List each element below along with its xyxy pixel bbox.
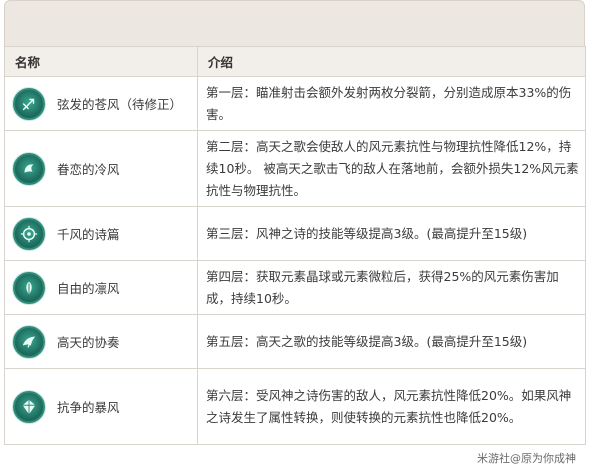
constellation-desc: 第五层：高天之歌的技能等级提高3级。(最高提升至15级) (197, 314, 586, 369)
constellation-name: 眷恋的冷风 (57, 162, 120, 177)
table-row: 高天的协奏 第五层：高天之歌的技能等级提高3级。(最高提升至15级) (4, 314, 586, 369)
wind-crest-icon (13, 152, 45, 185)
constellation-name: 抗争的暴风 (57, 400, 120, 415)
constellation-desc: 第四层：获取元素晶球或元素微粒后，获得25%的风元素伤害加成，持续10秒。 (197, 260, 586, 315)
constellation-table: 名称 介绍 弦发的苍风（待修正） 第一层：瞄准射击会额外发射两枚分裂箭，分别造成… (4, 46, 586, 445)
constellation-name: 弦发的苍风（待修正） (57, 97, 183, 112)
table-header-row: 名称 介绍 (4, 46, 586, 77)
constellation-desc: 第三层：风神之诗的技能等级提高3级。(最高提升至15级) (197, 206, 586, 261)
table-row: 弦发的苍风（待修正） 第一层：瞄准射击会额外发射两枚分裂箭，分别造成原本33%的… (4, 76, 586, 131)
table-row: 千风的诗篇 第三层：风神之诗的技能等级提高3级。(最高提升至15级) (4, 206, 586, 261)
name-cell: 千风的诗篇 (4, 206, 198, 261)
name-cell: 自由的凛风 (4, 260, 198, 315)
leaf-icon (13, 271, 45, 304)
constellation-name: 自由的凛风 (57, 281, 120, 296)
header-desc: 介绍 (197, 46, 586, 77)
name-cell: 抗争的暴风 (4, 368, 198, 445)
gem-icon (13, 390, 45, 423)
table-row: 抗争的暴风 第六层：受风神之诗伤害的敌人，风元素抗性降低20%。如果风神之诗发生… (4, 368, 586, 445)
header-name: 名称 (4, 46, 198, 77)
name-cell: 高天的协奏 (4, 314, 198, 369)
constellation-name: 高天的协奏 (57, 335, 120, 350)
watermark: 米游社@原为你成神 (477, 452, 576, 465)
top-band (4, 0, 585, 46)
constellation-table-frame: 名称 介绍 弦发的苍风（待修正） 第一层：瞄准射击会额外发射两枚分裂箭，分别造成… (4, 0, 586, 470)
target-icon (13, 217, 45, 250)
constellation-desc: 第一层：瞄准射击会额外发射两枚分裂箭，分别造成原本33%的伤害。 (197, 76, 586, 131)
table-row: 眷恋的冷风 第二层：高天之歌会使敌人的风元素抗性与物理抗性降低12%，持续10秒… (4, 130, 586, 207)
table-row: 自由的凛风 第四层：获取元素晶球或元素微粒后，获得25%的风元素伤害加成，持续1… (4, 260, 586, 315)
name-cell: 弦发的苍风（待修正） (4, 76, 198, 131)
wing-icon (13, 325, 45, 358)
arrows-icon (13, 87, 45, 120)
constellation-desc: 第二层：高天之歌会使敌人的风元素抗性与物理抗性降低12%，持续10秒。 被高天之… (197, 130, 586, 207)
constellation-desc: 第六层：受风神之诗伤害的敌人，风元素抗性降低20%。如果风神之诗发生了属性转换，… (197, 368, 586, 445)
constellation-name: 千风的诗篇 (57, 227, 120, 242)
name-cell: 眷恋的冷风 (4, 130, 198, 207)
